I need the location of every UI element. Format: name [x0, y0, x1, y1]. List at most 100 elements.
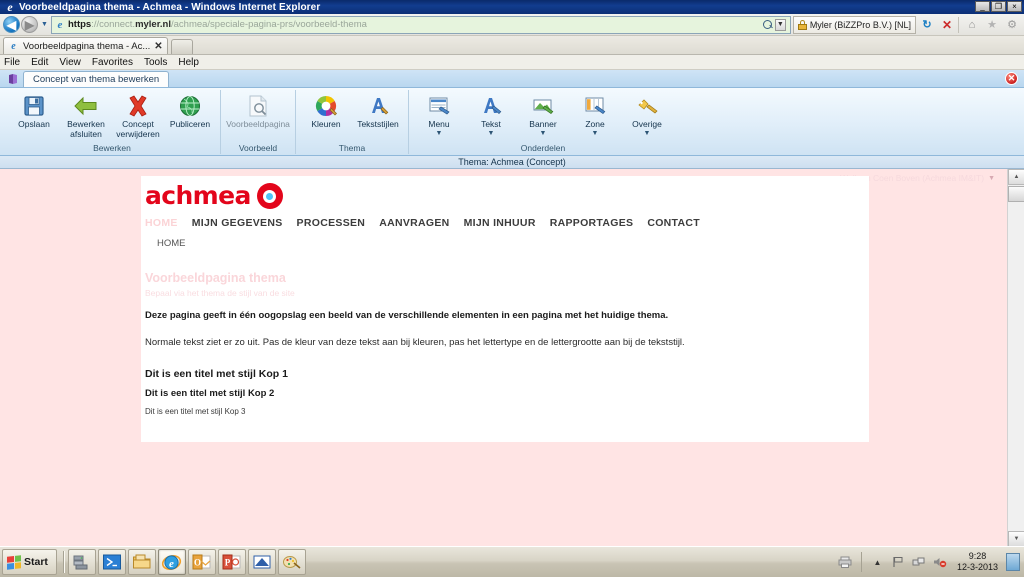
publiceren-button[interactable]: Publiceren	[165, 91, 215, 130]
nav-item-processen[interactable]: PROCESSEN	[297, 213, 380, 233]
menu-item-file[interactable]: File	[4, 57, 20, 68]
zone-component-button[interactable]: Zone ▼	[570, 91, 620, 137]
kleuren-button[interactable]: Kleuren	[301, 91, 351, 130]
start-label: Start	[24, 556, 48, 568]
bewerken-afsluiten-button[interactable]: Bewerken afsluiten	[61, 91, 111, 139]
nav-item-mijn-inhuur[interactable]: MIJN INHUUR	[464, 213, 550, 233]
taskbar-item-visio[interactable]	[247, 549, 276, 575]
certificate-indicator[interactable]: Myler (BiZZPro B.V.) [NL]	[792, 15, 916, 34]
taskbar-item-internet-explorer[interactable]: e	[157, 549, 186, 575]
ribbon-tab-row: Concept van thema bewerken ✕	[0, 70, 1024, 88]
taskbar-item-explorer[interactable]	[127, 549, 156, 575]
back-button[interactable]: ◀	[3, 16, 20, 33]
ribbon-group-voorbeeld: Voorbeeldpagina Voorbeeld	[221, 90, 296, 154]
color-wheel-icon	[314, 93, 338, 119]
stop-icon[interactable]: ✕	[938, 16, 956, 34]
chevron-down-icon[interactable]: ▼	[488, 130, 495, 137]
back-arrow-icon	[73, 93, 99, 119]
svg-text:O: O	[194, 558, 201, 568]
url-host-prefix: connect.	[99, 19, 136, 30]
minimize-button[interactable]: _	[975, 1, 990, 12]
page-scrollbar[interactable]: ▲ ▼	[1007, 169, 1024, 547]
menu-component-label: Menu	[428, 119, 450, 129]
tray-network-icon[interactable]	[912, 555, 927, 570]
tab-concept-bewerken[interactable]: Concept van thema bewerken	[23, 71, 170, 87]
tray-printer-icon[interactable]	[838, 555, 853, 570]
concept-verwijderen-button[interactable]: Concept verwijderen	[113, 91, 163, 139]
tab-title: Voorbeeldpagina thema - Ac...	[23, 40, 151, 52]
forward-button[interactable]: ▶	[21, 16, 38, 33]
browser-tab[interactable]: e Voorbeeldpagina thema - Ac... ✕	[3, 37, 168, 54]
taskbar-item-outlook[interactable]: O	[187, 549, 216, 575]
overige-component-button[interactable]: Overige ▼	[622, 91, 672, 137]
address-bar-url: https://connect.myler.nl/achmea/speciale…	[68, 19, 763, 30]
chevron-down-icon[interactable]: ▼	[592, 130, 599, 137]
tekst-component-label: Tekst	[481, 119, 501, 129]
lock-icon	[797, 19, 807, 30]
concept-verwijderen-label: Concept verwijderen	[116, 119, 160, 139]
taskbar-clock[interactable]: 9:28 12-3-2013	[951, 551, 1004, 573]
menu-item-favorites[interactable]: Favorites	[92, 57, 133, 68]
scrollbar-thumb[interactable]	[1008, 186, 1024, 202]
explorer-folder-icon	[132, 554, 151, 569]
close-button[interactable]: ×	[1007, 1, 1022, 12]
banner-component-button[interactable]: Banner ▼	[518, 91, 568, 137]
nav-item-aanvragen[interactable]: AANVRAGEN	[379, 213, 463, 233]
banner-component-icon	[531, 93, 555, 119]
chevron-down-icon[interactable]: ▼	[988, 175, 995, 182]
taskbar-item-server-manager[interactable]	[67, 549, 96, 575]
heading-kop-1: Dit is een titel met stijl Kop 1	[145, 368, 288, 380]
nav-item-contact[interactable]: CONTACT	[647, 213, 714, 233]
gear-icon[interactable]: ⚙	[1003, 16, 1021, 34]
chevron-down-icon[interactable]: ▼	[436, 130, 443, 137]
menu-item-view[interactable]: View	[59, 57, 81, 68]
menu-item-tools[interactable]: Tools	[144, 57, 167, 68]
tekst-component-button[interactable]: Tekst ▼	[466, 91, 516, 137]
scroll-down-button[interactable]: ▼	[1008, 531, 1024, 547]
text-component-icon	[479, 93, 503, 119]
visio-icon	[253, 555, 271, 569]
menu-item-help[interactable]: Help	[178, 57, 199, 68]
home-icon[interactable]: ⌂	[963, 16, 981, 34]
taskbar-item-powershell[interactable]	[97, 549, 126, 575]
browser-tab-strip: e Voorbeeldpagina thema - Ac... ✕	[0, 36, 1024, 55]
menu-item-edit[interactable]: Edit	[31, 57, 48, 68]
scroll-up-button[interactable]: ▲	[1008, 169, 1024, 185]
show-desktop-button[interactable]	[1006, 553, 1020, 571]
tray-expand-icon[interactable]: ▲	[870, 555, 885, 570]
maximize-button[interactable]: ❐	[991, 1, 1006, 12]
nav-item-rapportages[interactable]: RAPPORTAGES	[550, 213, 648, 233]
taskbar-item-powerpoint[interactable]: P	[217, 549, 246, 575]
certificate-name: Myler (BiZZPro B.V.) [NL]	[809, 19, 911, 30]
address-bar[interactable]: e https://connect.myler.nl/achmea/specia…	[51, 15, 791, 34]
tekststijlen-button[interactable]: Tekststijlen	[353, 91, 403, 130]
voorbeeldpagina-button[interactable]: Voorbeeldpagina	[226, 91, 290, 130]
nav-item-home[interactable]: HOME	[145, 213, 192, 233]
site-page-card: achmea HOME MIJN GEGEVENS PROCESSEN AANV…	[141, 176, 869, 442]
chevron-down-icon[interactable]: ▼	[644, 130, 651, 137]
opslaan-button[interactable]: Opslaan	[9, 91, 59, 130]
menu-component-button[interactable]: Menu ▼	[414, 91, 464, 137]
nav-item-mijn-gegevens[interactable]: MIJN GEGEVENS	[192, 213, 297, 233]
new-tab-button[interactable]	[170, 39, 193, 54]
tray-network-flag-icon[interactable]	[891, 555, 906, 570]
voorbeeldpagina-label: Voorbeeldpagina	[226, 119, 290, 129]
start-button[interactable]: Start	[2, 549, 57, 575]
system-tray: ▲ 9:28 12-3-2013	[835, 549, 1024, 575]
tray-volume-muted-icon[interactable]	[933, 555, 948, 570]
ribbon-close-icon[interactable]: ✕	[1005, 72, 1018, 85]
address-bar-search-controls[interactable]: ▼	[762, 18, 788, 31]
breadcrumb[interactable]: HOME	[141, 235, 869, 255]
chevron-down-icon[interactable]: ▼	[774, 18, 786, 31]
taskbar-item-paint[interactable]	[277, 549, 306, 575]
powerpoint-icon: P	[222, 554, 241, 570]
favorites-star-icon[interactable]: ★	[983, 16, 1001, 34]
tab-close-icon[interactable]: ✕	[154, 41, 162, 52]
search-icon[interactable]	[762, 19, 773, 30]
chevron-down-icon[interactable]: ▼	[540, 130, 547, 137]
globe-icon	[178, 93, 202, 119]
history-dropdown-icon[interactable]: ▼	[38, 21, 51, 28]
ribbon-group-onderdelen: Menu ▼ Tekst ▼ Banner ▼ Zone ▼ Overige ▼…	[409, 90, 677, 154]
refresh-icon[interactable]: ↻	[918, 16, 936, 34]
taskbar-items: e O P	[67, 549, 306, 575]
